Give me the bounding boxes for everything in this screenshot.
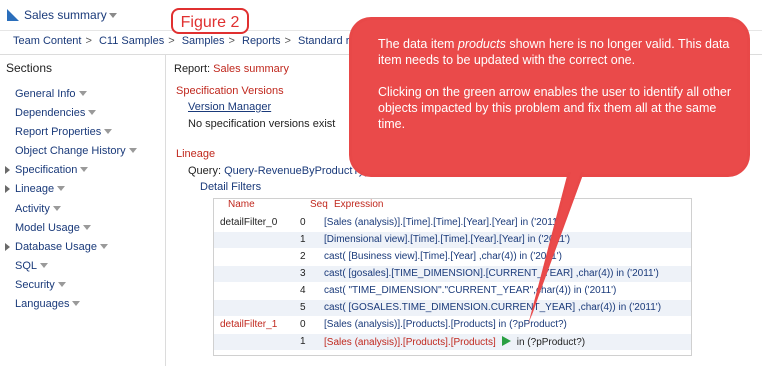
chevron-down-icon[interactable] <box>99 244 108 249</box>
play-arrow-icon[interactable] <box>501 336 511 346</box>
report-label: Report: <box>174 63 211 75</box>
filter-seq: 5 <box>300 302 306 313</box>
sidebar-item[interactable]: Security <box>15 279 66 291</box>
sidebar-item[interactable]: Object Change History <box>15 145 137 157</box>
query-value: Query-RevenueByProductTyp <box>224 165 371 177</box>
lineage-heading[interactable]: Lineage <box>176 148 215 160</box>
table-row: detailFilter_1 0 [Sales (analysis)].[Produ… <box>214 317 691 333</box>
query-row: Query: Query-RevenueByProductTyp <box>188 165 370 177</box>
filter-seq: 3 <box>300 268 306 279</box>
filter-seq: 0 <box>300 217 306 228</box>
detail-filters-table: Name Seq Expression detailFilter_0 0 [Sale… <box>213 198 692 356</box>
filter-seq: 1 <box>300 336 306 347</box>
filter-expression: [Dimensional view].[Time].[Time].[Year].… <box>324 234 571 245</box>
filter-expression: [Sales (analysis)].[Time].[Time].[Year].… <box>324 217 563 228</box>
filter-expression: [Sales (analysis)].[Products].[Products]… <box>324 336 586 348</box>
sidebar: Sections General Info Dependencies Report … <box>0 55 166 366</box>
spec-versions-heading[interactable]: Specification Versions <box>176 85 284 97</box>
figure-label: Figure 2 <box>171 8 249 34</box>
sidebar-item[interactable]: Dependencies <box>15 107 97 119</box>
report-header: Report: Sales summary <box>174 63 289 75</box>
column-header-expression: Expression <box>334 199 384 210</box>
chevron-down-icon[interactable] <box>57 282 66 287</box>
spec-versions-note: No specification versions exist <box>188 118 336 130</box>
filter-expression: [Sales (analysis)].[Products].[Products]… <box>324 319 567 330</box>
table-row: 5 cast( [GOSALES.TIME_DIMENSION.CURRENT_Y… <box>214 300 691 316</box>
filter-expression: cast( [gosales].[TIME_DIMENSION].[CURREN… <box>324 268 659 279</box>
breadcrumb-separator: > <box>228 35 235 47</box>
sidebar-item[interactable]: SQL <box>15 260 49 272</box>
chevron-down-icon[interactable] <box>128 148 137 153</box>
report-icon <box>7 9 19 21</box>
table-row: 4 cast( "TIME_DIMENSION"."CURRENT_YEAR",c… <box>214 283 691 299</box>
filter-seq: 1 <box>300 234 306 245</box>
table-row: 1 [Sales (analysis)].[Products].[Products… <box>214 334 691 350</box>
table-row: 2 cast( [Business view].[Time].[Year] ,ch… <box>214 249 691 265</box>
chevron-down-icon[interactable] <box>72 301 81 306</box>
callout-annotation: The data item products shown here is no … <box>349 17 750 177</box>
breadcrumb-separator: > <box>85 35 92 47</box>
chevron-down-icon[interactable] <box>104 129 113 134</box>
filter-name: detailFilter_1 <box>220 319 278 330</box>
sidebar-item[interactable]: Report Properties <box>15 126 113 138</box>
chevron-down-icon[interactable] <box>52 206 61 211</box>
filter-seq: 2 <box>300 251 306 262</box>
breadcrumb-item[interactable]: Samples <box>182 35 225 47</box>
chevron-down-icon[interactable] <box>57 186 66 191</box>
sidebar-title: Sections <box>6 61 53 75</box>
app-title[interactable]: Sales summary <box>24 8 107 22</box>
breadcrumb-item[interactable]: C11 Samples <box>99 35 164 47</box>
chevron-down-icon[interactable] <box>109 13 117 18</box>
callout-text: The data item products shown here is no … <box>378 37 731 131</box>
sidebar-item[interactable]: Specification <box>4 164 89 176</box>
breadcrumb-item[interactable]: Team Content <box>13 35 81 47</box>
breadcrumb: Team Content > C11 Samples > Samples > Repo… <box>13 35 360 47</box>
filter-seq: 4 <box>300 285 306 296</box>
filter-expression: cast( "TIME_DIMENSION"."CURRENT_YEAR",ch… <box>324 285 617 296</box>
breadcrumb-separator: > <box>168 35 175 47</box>
chevron-down-icon[interactable] <box>80 167 89 172</box>
chevron-down-icon[interactable] <box>78 91 87 96</box>
sidebar-item[interactable]: Lineage <box>4 183 66 195</box>
table-row: detailFilter_0 0 [Sales (analysis)].[Time]… <box>214 215 691 231</box>
table-row: 3 cast( [gosales].[TIME_DIMENSION].[CURRE… <box>214 266 691 282</box>
chevron-down-icon[interactable] <box>88 110 97 115</box>
chevron-down-icon[interactable] <box>82 225 91 230</box>
sidebar-item[interactable]: General Info <box>15 88 87 100</box>
sidebar-item[interactable]: Model Usage <box>15 222 91 234</box>
query-label: Query: <box>188 165 222 177</box>
sidebar-item[interactable]: Activity <box>15 203 61 215</box>
report-name: Sales summary <box>213 63 289 75</box>
sidebar-item[interactable]: Languages <box>15 298 81 310</box>
column-header-name: Name <box>228 199 255 210</box>
breadcrumb-item[interactable]: Standard re <box>298 35 355 47</box>
chevron-down-icon[interactable] <box>40 263 49 268</box>
filter-seq: 0 <box>300 319 306 330</box>
breadcrumb-separator: > <box>284 35 291 47</box>
breadcrumb-item[interactable]: Reports <box>242 35 281 47</box>
column-header-seq: Seq <box>310 199 328 210</box>
detail-filters-label: Detail Filters <box>200 181 262 193</box>
filter-expression: cast( [Business view].[Time].[Year] ,cha… <box>324 251 562 262</box>
table-row: 1 [Dimensional view].[Time].[Time].[Year]… <box>214 232 691 248</box>
version-manager-link[interactable]: Version Manager <box>188 101 271 113</box>
sidebar-item[interactable]: Database Usage <box>5 241 108 253</box>
filter-name: detailFilter_0 <box>220 217 278 228</box>
filter-expression: cast( [GOSALES.TIME_DIMENSION.CURRENT_YE… <box>324 302 662 313</box>
